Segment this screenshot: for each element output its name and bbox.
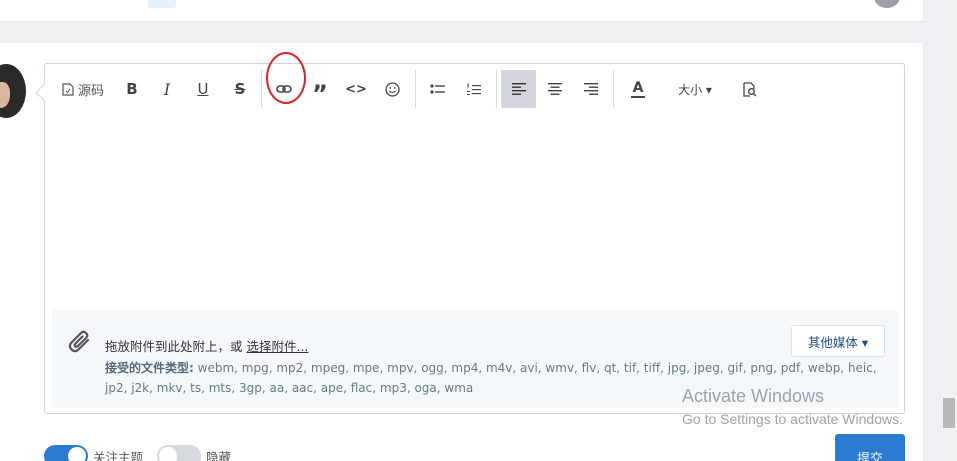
emoji-button[interactable] [377,70,407,108]
code-button[interactable]: <> [341,70,371,108]
editor-toolbar: 源码 B I U S ” <> A 大小 ▾ [45,52,904,114]
bold-button[interactable]: B [117,70,147,108]
toolbar-divider [261,70,262,108]
font-color-swatch [631,95,645,98]
toolbar-divider [496,70,497,108]
underline-button[interactable]: U [188,70,218,108]
follow-topic-toggle[interactable] [44,445,88,461]
align-right-icon [584,83,598,95]
preview-icon [743,81,757,97]
source-button[interactable]: 源码 [59,70,107,108]
submit-button[interactable]: 提交 [835,434,905,461]
toolbar-divider [613,70,614,108]
previous-post-card [0,0,923,22]
align-center-button[interactable] [540,70,570,108]
hide-toggle[interactable] [157,445,201,461]
preview-button[interactable] [735,70,765,108]
numbered-list-button[interactable] [458,70,488,108]
font-size-dropdown[interactable]: 大小 ▾ [671,70,719,108]
other-media-button[interactable]: 其他媒体 ▾ [791,325,885,357]
align-left-button[interactable] [501,70,536,108]
activation-watermark-subtitle: Go to Settings to activate Windows. [682,411,903,427]
accepted-types-label: 接受的文件类型: [105,361,194,375]
font-color-label: A [632,79,644,96]
select-attachment-link[interactable]: 选择附件... [246,339,308,354]
scrollbar-thumb[interactable] [943,398,955,428]
quote-button[interactable]: ” [305,70,335,108]
toggle-knob [68,447,86,461]
smiley-icon [384,81,400,97]
align-right-button[interactable] [576,70,606,108]
align-left-icon [511,83,526,95]
scrollbar-track[interactable] [941,0,957,461]
numbered-list-icon [466,83,481,95]
insert-link-button[interactable] [269,70,299,108]
follow-topic-label: 关注主题 [93,450,144,461]
activation-watermark-title: Activate Windows [682,386,825,406]
font-color-button[interactable]: A [621,70,655,108]
bullet-list-button[interactable] [422,70,452,108]
drop-text: 拖放附件到此处附上，或 [105,339,247,354]
top-circle-icon[interactable] [874,0,900,8]
source-label: 源码 [77,83,104,99]
link-icon [276,85,292,93]
source-code-icon [62,82,74,96]
strikethrough-button[interactable]: S [225,70,255,108]
toggle-knob [159,447,177,461]
top-chip [148,0,176,8]
rich-text-editor[interactable]: 源码 B I U S ” <> A 大小 ▾ 拖放附件到此处附上，或 选择附件.… [44,52,905,414]
paperclip-icon [68,330,90,353]
hide-label: 隐藏 [206,450,232,461]
italic-button[interactable]: I [152,70,182,108]
drop-instructions: 拖放附件到此处附上，或 选择附件... [105,336,308,355]
toolbar-divider [415,70,416,108]
align-center-icon [548,83,562,95]
bullet-list-icon [429,84,445,94]
